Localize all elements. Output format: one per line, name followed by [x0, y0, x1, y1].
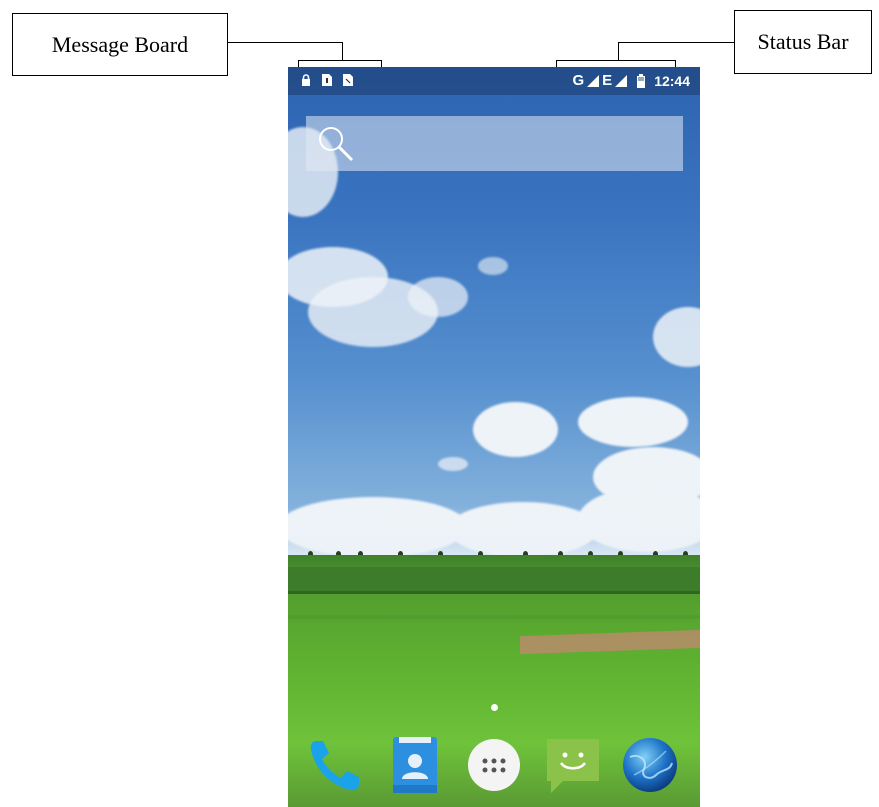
battery-icon: [637, 73, 646, 88]
network-type-1: G: [572, 72, 585, 89]
notification-area[interactable]: [301, 74, 353, 86]
status-bar-leader: [618, 42, 734, 43]
search-icon[interactable]: [316, 124, 358, 164]
page-indicator-dot[interactable]: [491, 704, 498, 711]
phone-icon[interactable]: [306, 735, 366, 795]
status-bar-callout: Status Bar: [734, 10, 872, 74]
sim-card-icon: [322, 74, 332, 86]
status-bar-bracket: [556, 60, 676, 61]
message-board-bracket: [298, 60, 382, 61]
phone-home-screen: G E 12:44: [288, 67, 700, 807]
message-board-callout: Message Board: [12, 13, 228, 76]
dock: [288, 727, 700, 807]
lock-icon: [302, 74, 310, 86]
message-board-label: Message Board: [51, 31, 189, 57]
status-bar-leader-drop: [618, 42, 619, 60]
browser-icon[interactable]: [620, 735, 680, 795]
sd-card-icon: [343, 74, 353, 86]
app-drawer-icon[interactable]: [464, 735, 524, 795]
signal-strength-icon-2: [615, 74, 628, 87]
system-status-area[interactable]: G E 12:44: [573, 72, 691, 89]
search-bar[interactable]: [306, 116, 683, 171]
messaging-icon[interactable]: [543, 735, 603, 795]
clock: 12:44: [654, 72, 690, 89]
signal-strength-icon: [587, 74, 600, 87]
message-board-leader-drop: [342, 42, 343, 60]
contacts-icon[interactable]: [385, 735, 445, 795]
message-board-leader: [228, 42, 343, 43]
status-bar-label: Status Bar: [757, 29, 849, 54]
status-bar[interactable]: G E 12:44: [288, 67, 700, 95]
network-type-2: E: [602, 72, 613, 89]
